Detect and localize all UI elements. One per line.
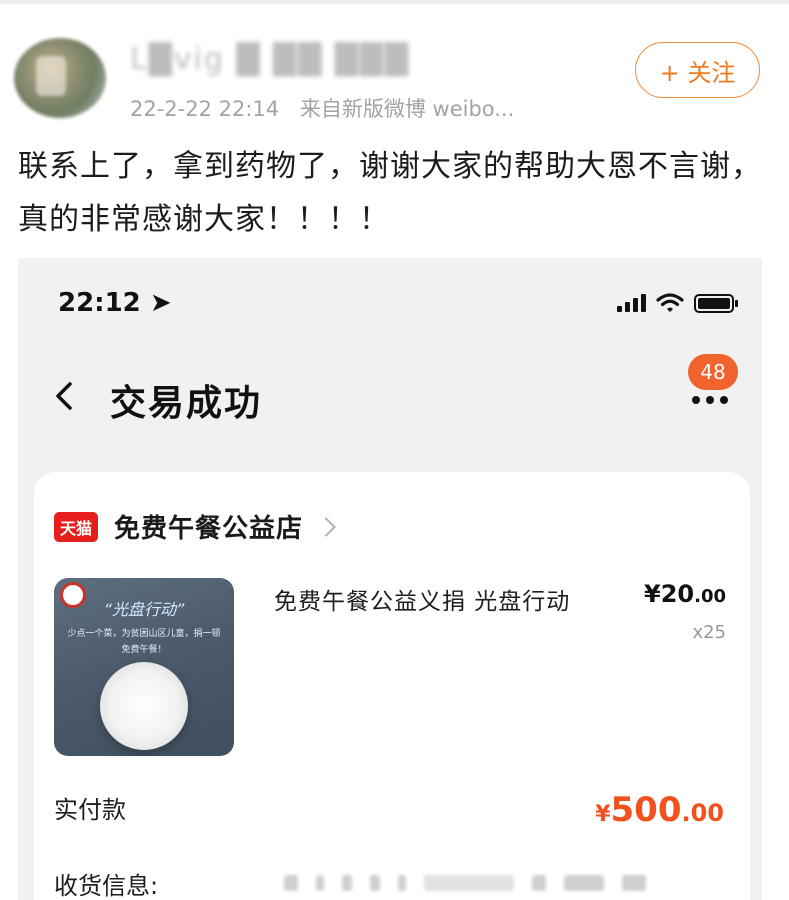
signal-icon	[617, 294, 646, 312]
embedded-screenshot[interactable]: 22:12 ➤ 交易成功 48 天猫 免费午餐公益店 “光盘行动” 少点一个菜，…	[18, 258, 762, 900]
paid-symbol: ¥	[595, 802, 611, 827]
back-arrow-icon[interactable]	[50, 376, 80, 416]
shipping-info-redacted	[284, 868, 704, 898]
shop-name[interactable]: 免费午餐公益店	[114, 508, 303, 545]
shop-row[interactable]: 天猫 免费午餐公益店	[54, 508, 336, 545]
chevron-right-icon[interactable]	[316, 516, 336, 537]
post-header: L█vig █ ██ ███ 22-2-22 22:14 来自新版微博 weib…	[0, 0, 789, 135]
product-name[interactable]: 免费午餐公益义捐 光盘行动	[274, 582, 570, 616]
price-integer: 20	[660, 580, 695, 608]
more-icon[interactable]	[688, 391, 732, 409]
price-cents: .00	[694, 586, 726, 607]
post-source[interactable]: 来自新版微博 weibo...	[300, 97, 514, 121]
order-card: 天猫 免费午餐公益店 “光盘行动” 少点一个菜，为贫困山区儿童，捐一顿免费午餐！…	[34, 472, 750, 900]
page-title: 交易成功	[110, 383, 263, 424]
paid-label: 实付款	[54, 796, 126, 824]
shipping-label: 收货信息:	[54, 872, 159, 900]
product-image-title: “光盘行动”	[103, 600, 185, 619]
wifi-icon	[656, 293, 684, 312]
paid-integer: 500	[610, 790, 682, 830]
message-count-badge: 48	[688, 354, 738, 390]
product-price: ¥20.00	[644, 580, 726, 608]
status-icons	[617, 292, 738, 314]
avatar[interactable]	[14, 38, 106, 118]
paid-cents: .00	[681, 799, 724, 827]
post-meta: 22-2-22 22:14 来自新版微博 weibo...	[130, 93, 528, 123]
status-time: 22:12 ➤	[58, 288, 172, 318]
paid-amount: ¥500.00	[595, 790, 724, 830]
follow-button[interactable]: + 关注	[635, 42, 760, 98]
tmall-logo: 天猫	[54, 511, 98, 542]
username[interactable]: L█vig █ ██ ███	[130, 42, 430, 82]
price-symbol: ¥	[644, 580, 661, 608]
product-image[interactable]: “光盘行动” 少点一个菜，为贫困山区儿童，捐一顿免费午餐！	[54, 578, 234, 756]
plate-graphic	[100, 662, 188, 750]
post-date: 22-2-22 22:14	[130, 97, 280, 121]
battery-icon	[694, 293, 738, 313]
product-quantity: x25	[692, 622, 726, 643]
post-text: 联系上了，拿到药物了，谢谢大家的帮助大恩不言谢，真的非常感谢大家！！！！	[18, 149, 762, 237]
product-image-subtitle: 少点一个菜，为贫困山区儿童，捐一顿免费午餐！	[67, 629, 221, 655]
